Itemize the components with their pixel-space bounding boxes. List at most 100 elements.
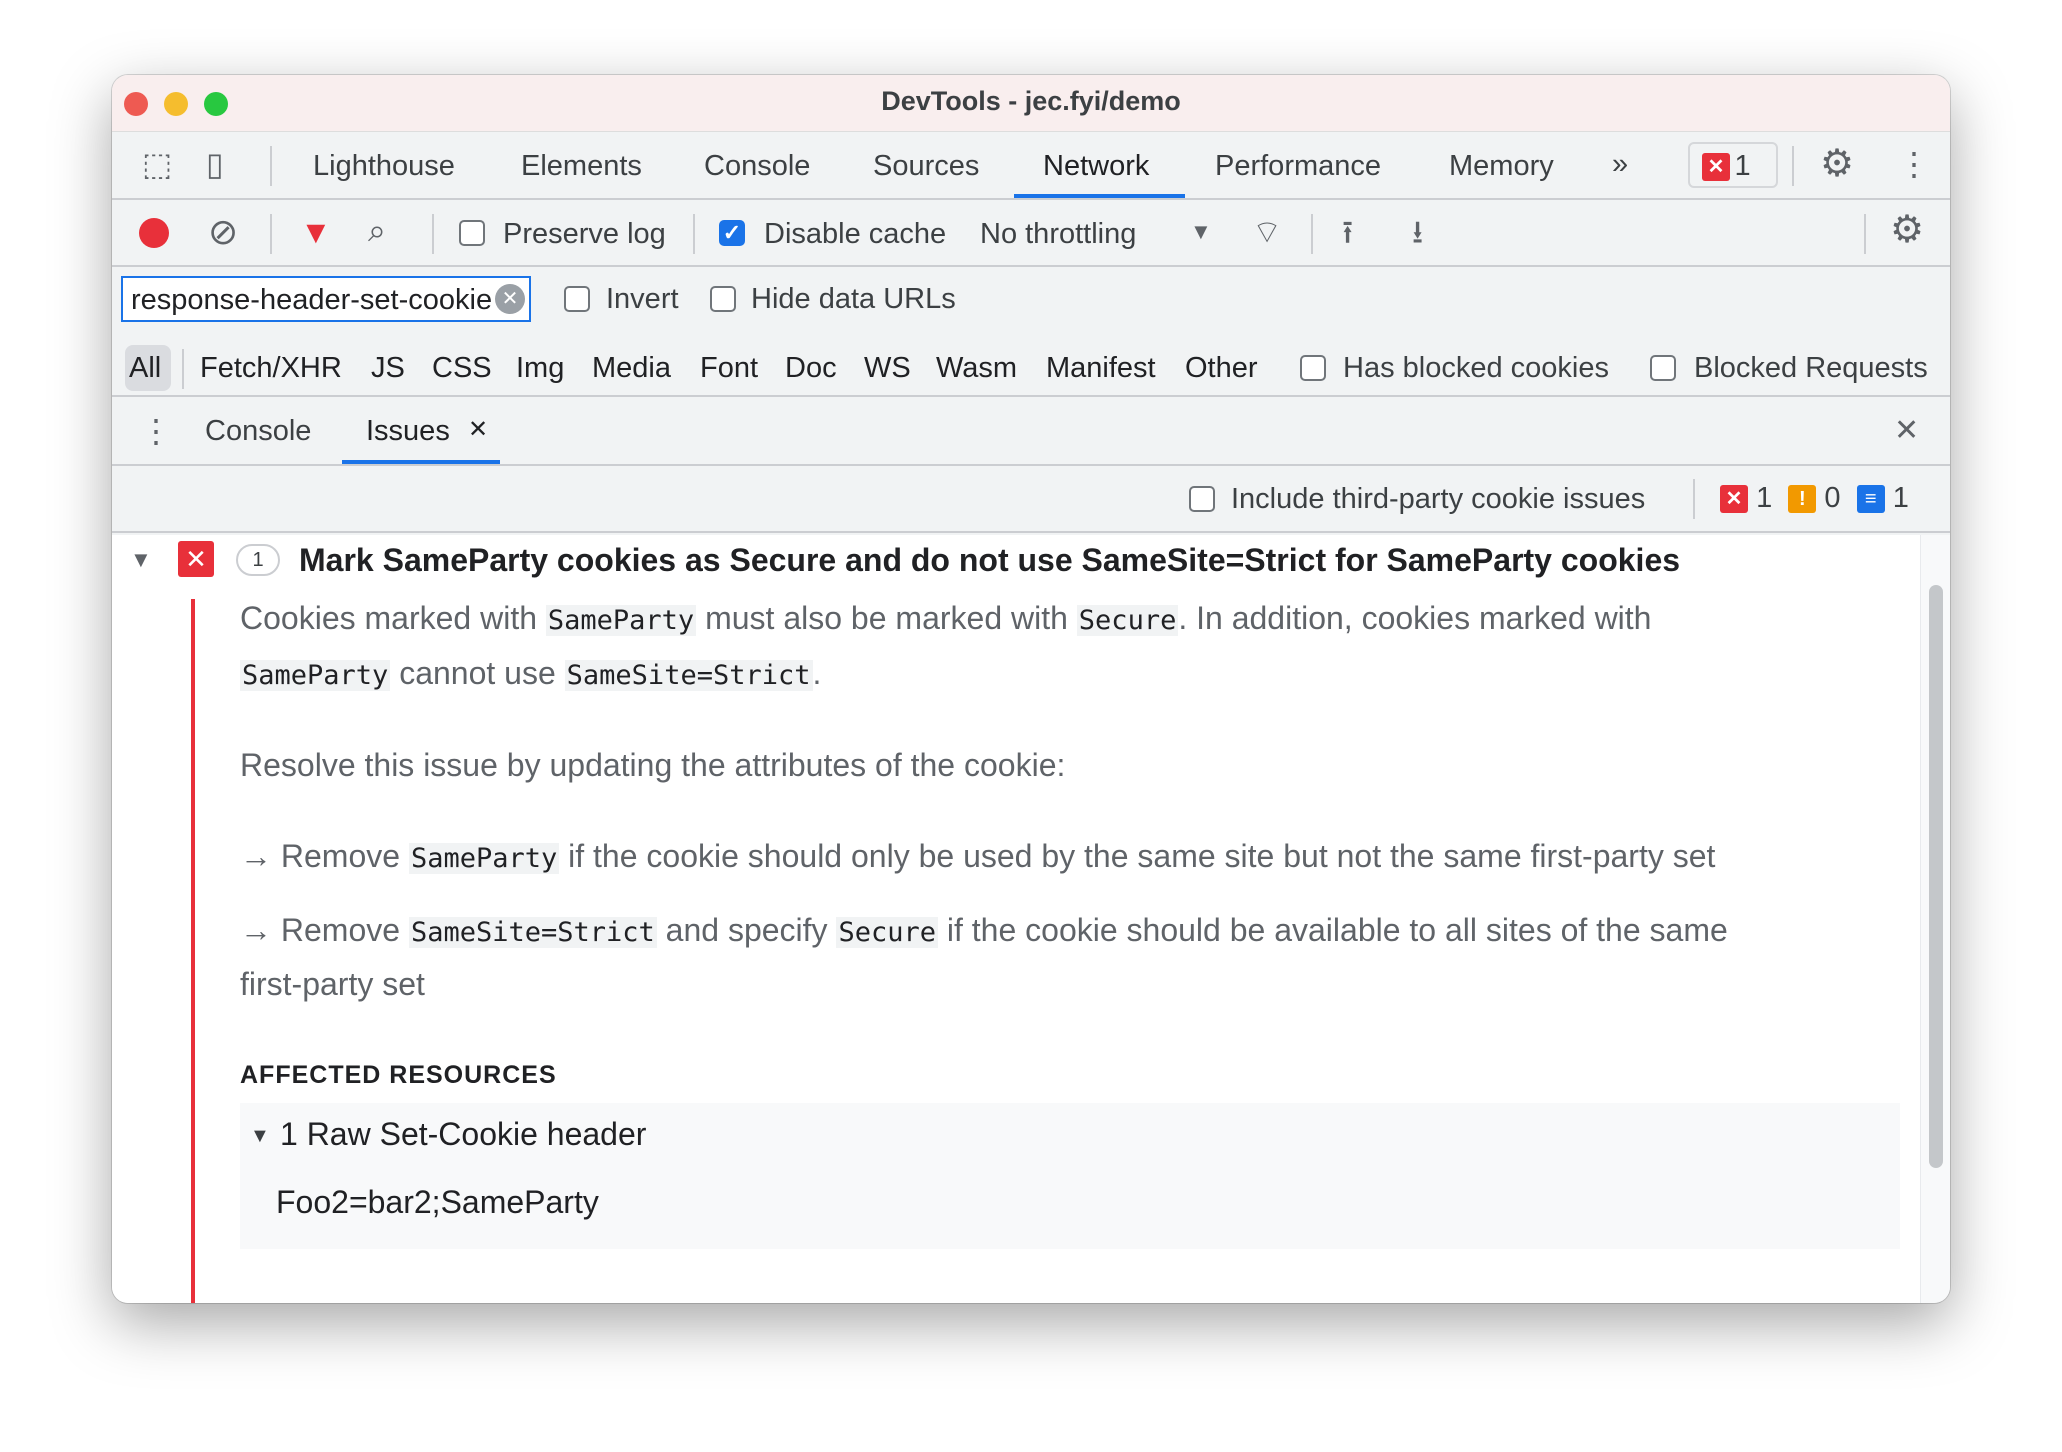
- more-tabs-button[interactable]: »: [1612, 146, 1628, 182]
- type-wasm[interactable]: Wasm: [936, 350, 1017, 386]
- blocked-requests-label: Blocked Requests: [1694, 352, 1928, 384]
- divider: [1792, 146, 1794, 186]
- issue-title[interactable]: Mark SameParty cookies as Secure and do …: [299, 539, 1680, 581]
- divider: [693, 214, 695, 254]
- divider: [270, 146, 272, 186]
- search-icon[interactable]: ⌕: [368, 212, 386, 248]
- disable-cache-checkbox[interactable]: ✓: [719, 220, 745, 246]
- issue-error-bar: [191, 599, 195, 1303]
- tab-sources[interactable]: Sources: [873, 148, 979, 184]
- more-options-icon[interactable]: ⋮: [1898, 146, 1930, 182]
- error-icon: ✕: [1720, 485, 1748, 514]
- dropdown-arrow-icon[interactable]: ▼: [1190, 214, 1212, 250]
- info-count: 1: [1892, 482, 1909, 514]
- has-blocked-cookies-label: Has blocked cookies: [1343, 352, 1609, 384]
- record-button[interactable]: [139, 218, 169, 248]
- divider: [1864, 214, 1866, 254]
- divider: [270, 214, 272, 254]
- type-font[interactable]: Font: [700, 350, 758, 386]
- error-icon: ✕: [1702, 152, 1730, 181]
- filter-input[interactable]: response-header-set-cookie ✕: [121, 276, 531, 322]
- scrollbar-thumb[interactable]: [1929, 585, 1943, 1168]
- affected-resources-box: ▼ 1 Raw Set-Cookie header Foo2=bar2;Same…: [240, 1103, 1900, 1249]
- type-media[interactable]: Media: [592, 350, 671, 386]
- import-har-icon[interactable]: ⭱: [1342, 214, 1353, 250]
- scrollbar-track[interactable]: [1920, 535, 1950, 1303]
- clear-icon[interactable]: ⊘: [208, 214, 238, 250]
- invert-checkbox[interactable]: [564, 286, 590, 312]
- error-count: 1: [1756, 482, 1773, 514]
- issue-occurrence-count: 1: [236, 544, 280, 576]
- type-manifest[interactable]: Manifest: [1046, 350, 1156, 386]
- preserve-log-label: Preserve log: [503, 218, 666, 250]
- preserve-log-checkbox[interactable]: [459, 220, 485, 246]
- issues-content: ▼ ✕ 1 Mark SameParty cookies as Secure a…: [112, 535, 1920, 1303]
- divider: [432, 214, 434, 254]
- type-img[interactable]: Img: [516, 350, 564, 386]
- divider: [1311, 214, 1313, 254]
- drawer-tab-issues[interactable]: Issues: [366, 413, 450, 449]
- active-drawer-tab-indicator: [342, 460, 500, 464]
- resolution-intro: Resolve this issue by updating the attri…: [240, 747, 1066, 783]
- expand-triangle-icon[interactable]: ▼: [250, 1125, 270, 1148]
- type-js[interactable]: JS: [371, 350, 405, 386]
- divider: [182, 349, 184, 389]
- drawer-tab-bar: ⋮ Console Issues ✕ ✕: [112, 397, 1950, 466]
- third-party-checkbox[interactable]: [1189, 486, 1215, 512]
- type-fetch-xhr[interactable]: Fetch/XHR: [200, 350, 342, 386]
- issue-counts: ✕ 1 ! 0 ≡ 1: [1720, 482, 1909, 515]
- divider: [1693, 479, 1695, 519]
- has-blocked-cookies-checkbox[interactable]: [1300, 355, 1326, 381]
- tab-performance[interactable]: Performance: [1215, 148, 1381, 184]
- collapse-triangle-icon[interactable]: ▼: [130, 547, 152, 573]
- affected-resources-heading: AFFECTED RESOURCES: [240, 1061, 557, 1089]
- device-toolbar-icon[interactable]: ▯: [206, 146, 224, 182]
- main-tab-bar: ⬚ ▯ Lighthouse Elements Console Sources …: [112, 132, 1950, 200]
- issues-count: 1: [1734, 150, 1751, 182]
- third-party-label: Include third-party cookie issues: [1231, 483, 1646, 515]
- network-toolbar: ⊘ ▼ ⌕ Preserve log ✓ Disable cache No th…: [112, 200, 1950, 267]
- issues-toolbar: Include third-party cookie issues ✕ 1 ! …: [112, 466, 1950, 533]
- devtools-window: DevTools - jec.fyi/demo ⬚ ▯ Lighthouse E…: [112, 75, 1950, 1303]
- tab-elements[interactable]: Elements: [521, 148, 642, 184]
- disable-cache-label: Disable cache: [764, 218, 947, 250]
- warning-count: 0: [1824, 482, 1841, 514]
- filter-bar: response-header-set-cookie ✕ Invert Hide…: [112, 267, 1950, 397]
- close-issues-tab-icon[interactable]: ✕: [468, 415, 488, 444]
- resolution-step: → Remove SameSite=Strict and specify Sec…: [240, 912, 1728, 948]
- drawer-tab-console[interactable]: Console: [205, 413, 311, 449]
- error-icon: ✕: [178, 541, 214, 577]
- type-css[interactable]: CSS: [432, 350, 492, 386]
- resource-value: Foo2=bar2;SameParty: [276, 1184, 599, 1220]
- hide-data-urls-checkbox[interactable]: [710, 286, 736, 312]
- filter-input-value: response-header-set-cookie: [131, 284, 491, 316]
- inspect-element-icon[interactable]: ⬚: [142, 146, 172, 182]
- type-other[interactable]: Other: [1185, 350, 1258, 386]
- type-ws[interactable]: WS: [864, 350, 911, 386]
- window-title: DevTools - jec.fyi/demo: [881, 86, 1181, 116]
- title-bar: DevTools - jec.fyi/demo: [112, 75, 1950, 132]
- filter-icon[interactable]: ▼: [300, 214, 332, 250]
- hide-data-urls-label: Hide data URLs: [751, 283, 956, 315]
- issues-badge-button[interactable]: ✕ 1: [1688, 142, 1778, 188]
- resolution-step: → Remove SameParty if the cookie should …: [240, 838, 1716, 874]
- blocked-requests-checkbox[interactable]: [1650, 355, 1676, 381]
- type-doc[interactable]: Doc: [785, 350, 837, 386]
- close-drawer-icon[interactable]: ✕: [1894, 413, 1919, 448]
- resource-group-label[interactable]: 1 Raw Set-Cookie header: [280, 1113, 646, 1155]
- type-all[interactable]: All: [129, 350, 161, 386]
- active-tab-indicator: [1014, 194, 1185, 198]
- tab-lighthouse[interactable]: Lighthouse: [313, 148, 455, 184]
- settings-gear-icon[interactable]: ⚙: [1820, 145, 1854, 183]
- tab-network[interactable]: Network: [1043, 148, 1149, 184]
- network-settings-gear-icon[interactable]: ⚙: [1890, 211, 1924, 249]
- throttling-select[interactable]: No throttling: [980, 216, 1136, 252]
- issue-description: Cookies marked with SameParty must also …: [240, 600, 1652, 636]
- network-conditions-icon[interactable]: ⌔: [1252, 214, 1282, 250]
- resolution-step-cont: first-party set: [240, 966, 425, 1002]
- tab-console[interactable]: Console: [704, 148, 810, 184]
- drawer-menu-icon[interactable]: ⋮: [140, 413, 172, 449]
- clear-filter-icon[interactable]: ✕: [495, 284, 525, 314]
- tab-memory[interactable]: Memory: [1449, 148, 1554, 184]
- export-har-icon[interactable]: ⭳: [1412, 214, 1423, 250]
